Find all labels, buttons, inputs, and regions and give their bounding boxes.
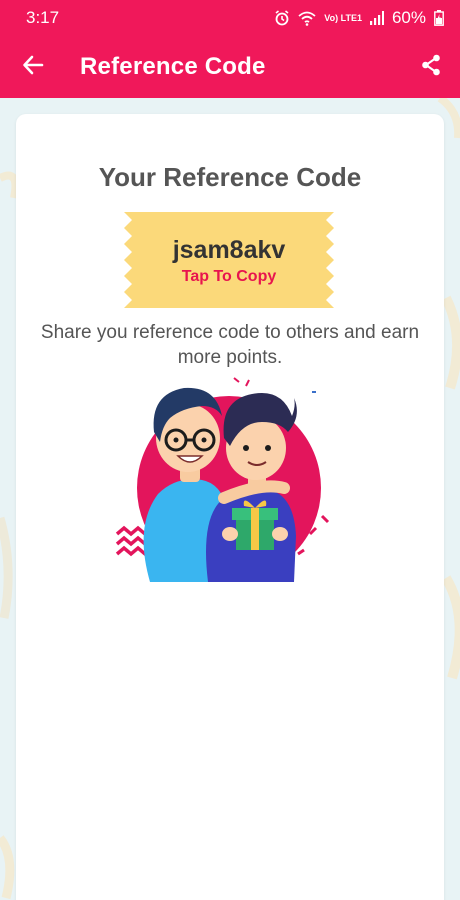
page-title: Reference Code [80, 53, 266, 80]
battery-icon [434, 10, 444, 26]
battery-percent: 60% [391, 8, 426, 27]
reference-card: Your Reference Code jsam8akv Tap To Copy… [16, 114, 444, 900]
status-icons: Vo) LTE1 60% [274, 8, 444, 28]
share-icon [421, 54, 441, 81]
tap-to-copy-label: Tap To Copy [181, 268, 277, 285]
back-button[interactable] [18, 52, 48, 82]
arrow-left-icon [22, 54, 44, 81]
volte-icon: Vo) LTE1 [324, 12, 362, 23]
card-title: Your Reference Code [98, 162, 362, 192]
signal-icon [369, 11, 384, 25]
wifi-icon [298, 10, 316, 26]
status-bar: 3:17 Vo) LTE1 60% [0, 0, 460, 36]
reference-code: jsam8akv [172, 236, 286, 264]
status-time: 3:17 [26, 8, 60, 27]
reference-code-ticket[interactable]: jsam8akv Tap To Copy [124, 212, 334, 308]
share-button[interactable] [416, 52, 446, 82]
friends-illustration [115, 377, 330, 582]
share-description: Share you reference code to others and e… [40, 322, 420, 368]
alarm-icon [274, 10, 290, 26]
app-bar: Reference Code [0, 36, 460, 98]
